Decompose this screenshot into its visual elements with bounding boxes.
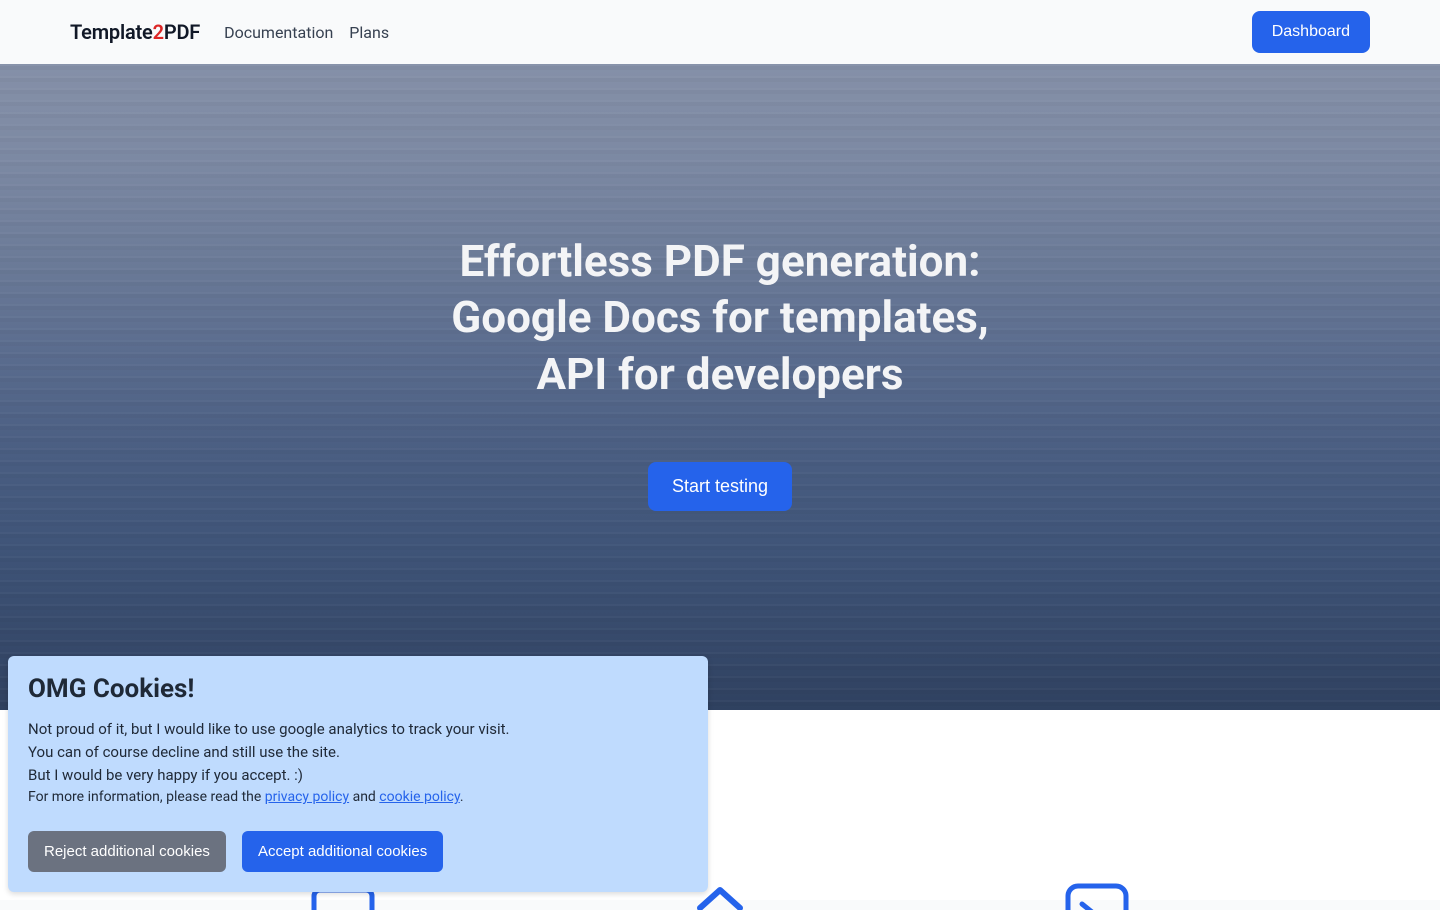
hero-title: Effortless PDF generation: Google Docs f… bbox=[451, 233, 988, 402]
cookie-more-post: . bbox=[460, 789, 464, 805]
terminal-icon bbox=[1062, 850, 1132, 910]
cookie-line-1: Not proud of it, but I would like to use… bbox=[28, 718, 688, 741]
dashboard-button[interactable]: Dashboard bbox=[1252, 11, 1370, 53]
logo[interactable]: Template2PDF bbox=[70, 20, 200, 44]
cookie-policy-link[interactable]: cookie policy bbox=[379, 789, 460, 805]
cookie-title: OMG Cookies! bbox=[28, 674, 688, 704]
hero: Effortless PDF generation: Google Docs f… bbox=[0, 64, 1440, 710]
nav-plans[interactable]: Plans bbox=[349, 23, 389, 42]
hero-line-1: Effortless PDF generation: bbox=[459, 235, 980, 287]
header-left: Template2PDF Documentation Plans bbox=[70, 20, 389, 44]
nav: Documentation Plans bbox=[224, 23, 389, 42]
accept-cookies-button[interactable]: Accept additional cookies bbox=[242, 831, 443, 872]
logo-post: PDF bbox=[164, 20, 200, 44]
logo-accent: 2 bbox=[153, 20, 164, 44]
header: Template2PDF Documentation Plans Dashboa… bbox=[0, 0, 1440, 64]
cookie-line-2: You can of course decline and still use … bbox=[28, 741, 688, 764]
cookie-line-3: But I would be very happy if you accept.… bbox=[28, 764, 688, 787]
cookie-more-info: For more information, please read the pr… bbox=[28, 787, 688, 809]
cookie-banner: OMG Cookies! Not proud of it, but I woul… bbox=[8, 656, 708, 892]
hero-line-2: Google Docs for templates, bbox=[451, 291, 988, 343]
cookie-more-pre: For more information, please read the bbox=[28, 789, 265, 805]
cookie-more-mid: and bbox=[349, 789, 379, 805]
nav-documentation[interactable]: Documentation bbox=[224, 23, 333, 42]
start-testing-button[interactable]: Start testing bbox=[648, 462, 792, 511]
logo-pre: Template bbox=[70, 20, 153, 44]
hero-line-3: API for developers bbox=[536, 348, 903, 400]
reject-cookies-button[interactable]: Reject additional cookies bbox=[28, 831, 226, 872]
privacy-policy-link[interactable]: privacy policy bbox=[265, 789, 349, 805]
cookie-buttons: Reject additional cookies Accept additio… bbox=[28, 831, 688, 872]
